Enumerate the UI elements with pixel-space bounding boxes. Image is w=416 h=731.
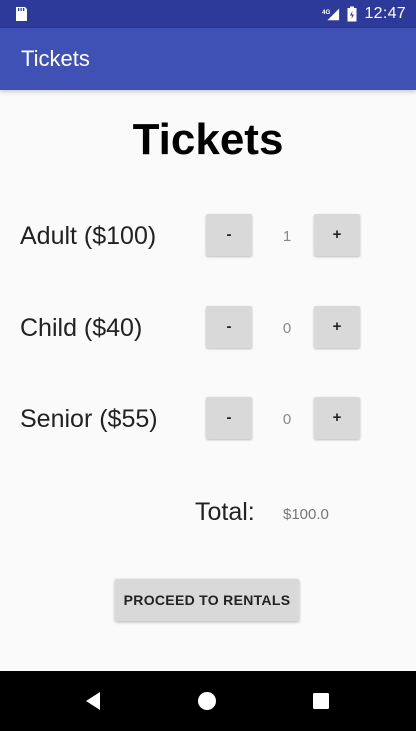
- app-bar-title: Tickets: [21, 46, 90, 71]
- page-title: Tickets: [132, 115, 284, 164]
- tickets-screen: 4G 12:47 Tickets Tickets Adult ($100) - …: [0, 0, 416, 731]
- navigation-bar: [0, 671, 416, 731]
- network-type-label: 4G: [322, 9, 331, 16]
- ticket-row-child: Child ($40) - 0 +: [0, 306, 416, 350]
- child-count: 0: [282, 320, 292, 337]
- total-label: Total:: [195, 498, 255, 526]
- back-icon[interactable]: [80, 688, 106, 714]
- ticket-row-senior: Senior ($55) - 0 +: [0, 397, 416, 441]
- home-icon[interactable]: [194, 688, 220, 714]
- total-value: $100.0: [283, 506, 329, 523]
- signal-icon: 4G: [322, 8, 340, 21]
- battery-icon: [347, 6, 357, 22]
- app-bar: Tickets: [0, 28, 416, 90]
- status-time: 12:47: [364, 5, 406, 22]
- adult-increment-button[interactable]: +: [314, 214, 360, 256]
- ticket-row-adult: Adult ($100) - 1 +: [0, 214, 416, 258]
- ticket-label-child: Child ($40): [20, 314, 143, 342]
- adult-count: 1: [282, 228, 292, 245]
- adult-decrement-button[interactable]: -: [206, 214, 252, 256]
- child-decrement-button[interactable]: -: [206, 306, 252, 348]
- child-increment-button[interactable]: +: [314, 306, 360, 348]
- ticket-label-adult: Adult ($100): [20, 222, 157, 250]
- sd-card-icon: [16, 7, 27, 21]
- status-bar: 4G 12:47: [0, 0, 416, 28]
- status-right-group: 4G 12:47: [322, 0, 406, 28]
- senior-count: 0: [282, 411, 292, 428]
- senior-increment-button[interactable]: +: [314, 397, 360, 439]
- proceed-to-rentals-button[interactable]: PROCEED TO RENTALS: [115, 579, 299, 621]
- ticket-label-senior: Senior ($55): [20, 405, 158, 433]
- recents-icon[interactable]: [308, 688, 334, 714]
- senior-decrement-button[interactable]: -: [206, 397, 252, 439]
